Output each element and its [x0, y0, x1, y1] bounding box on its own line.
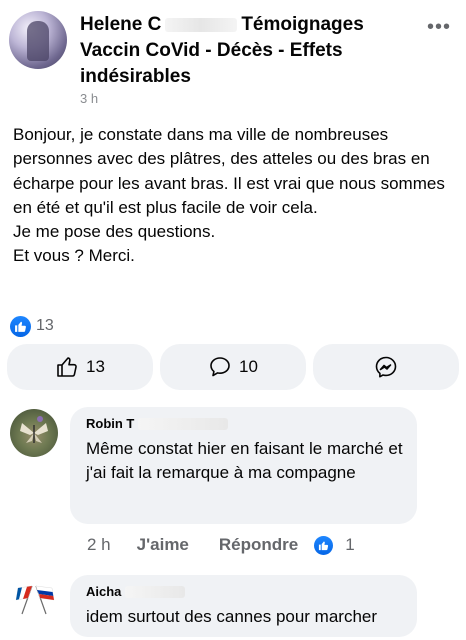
comment-author-name[interactable]: Robin T	[86, 416, 134, 431]
comment-author-name[interactable]: Aicha	[86, 584, 121, 599]
commenter-avatar[interactable]	[10, 409, 58, 457]
share-messenger-button[interactable]	[313, 344, 459, 390]
comment-button[interactable]: 10	[160, 344, 306, 390]
comment-text: idem surtout des cannes pour marcher	[86, 607, 378, 626]
action-bar: 13 10	[7, 344, 459, 390]
avatar-figure	[27, 21, 49, 61]
redacted-name	[165, 17, 238, 32]
comment-reply-button[interactable]: Répondre	[219, 535, 298, 555]
redacted-name	[138, 417, 229, 430]
flags-picture	[15, 585, 55, 615]
butterfly-photo	[20, 416, 48, 443]
comment-like-button[interactable]: J'aime	[137, 535, 189, 555]
comment-bubble[interactable]: Robin T Même constat hier en faisant le …	[70, 407, 417, 524]
like-reaction-icon	[10, 315, 31, 337]
more-dots-icon[interactable]: •••	[426, 16, 452, 38]
comment-text: Même constat hier en faisant le marché e…	[86, 439, 403, 482]
comment-bubble[interactable]: Aicha idem surtout des cannes pour march…	[70, 575, 417, 637]
comment-time[interactable]: 2 h	[87, 535, 111, 555]
like-reaction-icon[interactable]	[314, 535, 334, 555]
comment-meta: 2 h J'aime Répondre 1	[87, 535, 355, 555]
redacted-name	[125, 585, 186, 598]
comment-reaction-count: 1	[345, 535, 355, 554]
commenter-avatar[interactable]	[10, 578, 58, 626]
reaction-count: 13	[36, 317, 54, 334]
messenger-icon	[375, 356, 397, 378]
author-avatar[interactable]	[9, 11, 67, 69]
post-text: Bonjour, je constate dans ma ville de no…	[13, 125, 445, 266]
like-button[interactable]: 13	[7, 344, 153, 390]
comment-author[interactable]: Robin T	[86, 416, 403, 431]
like-count: 13	[86, 357, 105, 376]
post-title: Helene C Témoignages Vaccin CoVid - Décès…	[80, 12, 420, 90]
post-header: Helene C Témoignages Vaccin CoVid - Décès…	[0, 0, 466, 110]
comment-bubble-icon	[210, 357, 230, 377]
post-timestamp[interactable]: 3 h	[80, 91, 98, 106]
thumbs-up-icon	[57, 357, 77, 377]
reactions-summary[interactable]: 13	[10, 315, 54, 337]
comment-author[interactable]: Aicha	[86, 584, 403, 599]
author-name[interactable]: Helene C	[80, 14, 161, 35]
comment-count: 10	[239, 357, 258, 376]
